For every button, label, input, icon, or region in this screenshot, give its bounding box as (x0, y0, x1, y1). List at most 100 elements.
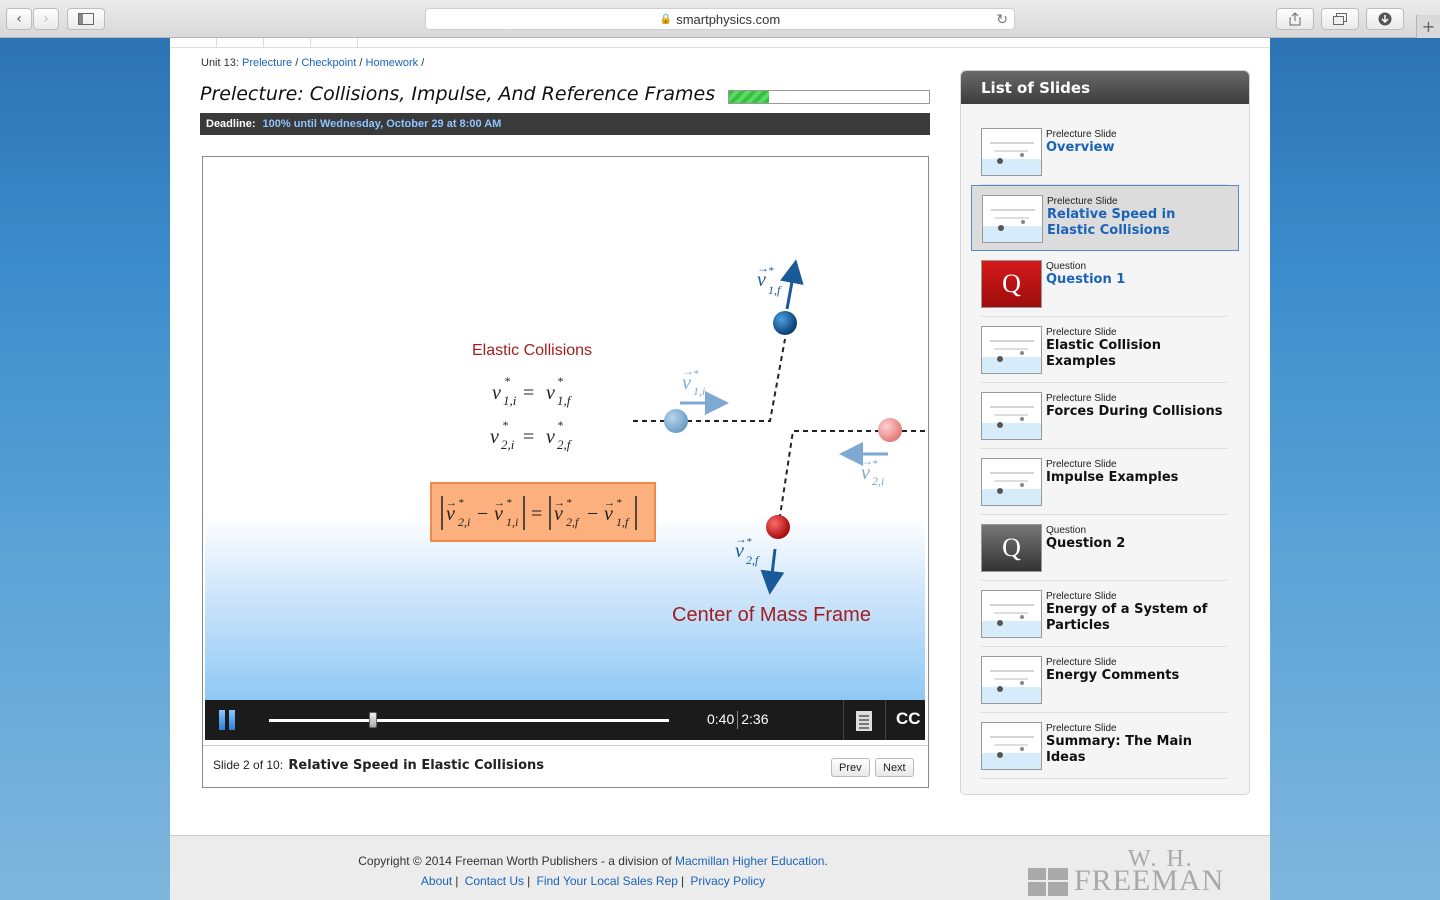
transcript-icon[interactable] (855, 710, 873, 732)
back-button[interactable]: ‹ (6, 8, 32, 30)
new-tab-button[interactable]: + (1416, 15, 1440, 38)
browser-toolbar: ‹ › 🔒 smartphysics.com ↻ (0, 0, 1440, 38)
share-button[interactable] (1276, 8, 1314, 30)
closed-captions-button[interactable]: CC (896, 709, 921, 729)
breadcrumb-unit: Unit 13: (201, 57, 239, 69)
pause-button[interactable] (213, 706, 241, 734)
progress-bar (728, 90, 930, 104)
svg-text:v: v (492, 382, 501, 404)
ball2-path (777, 430, 925, 530)
deadline-bar: Deadline: 100% until Wednesday, October … (200, 113, 930, 135)
slide-kind: Prelecture Slide (1046, 393, 1117, 404)
slide-list-text: Prelecture Slide Energy Comments (1046, 657, 1226, 684)
sales-rep-link[interactable]: Find Your Local Sales Rep (537, 874, 678, 888)
svg-text:→: → (554, 497, 565, 509)
slide-list-panel: List of Slides Prelecture Slide Overview P… (960, 70, 1250, 795)
slide-number: Slide 2 of 10: (213, 758, 284, 772)
slide-list-text: Prelecture Slide Overview (1046, 129, 1226, 156)
slide-thumbnail (982, 195, 1043, 243)
svg-text:*: * (566, 497, 572, 509)
slide-kind: Prelecture Slide (1046, 459, 1117, 470)
breadcrumb-checkpoint-link[interactable]: Checkpoint (301, 57, 356, 69)
slide-list-item[interactable]: Prelecture Slide Overview (981, 119, 1227, 185)
svg-text:=: = (531, 503, 542, 525)
seek-handle[interactable] (369, 712, 377, 728)
prev-button[interactable]: Prev (831, 758, 870, 777)
address-bar[interactable]: 🔒 smartphysics.com ↻ (425, 8, 1015, 30)
elapsed-time: 0:40 (707, 711, 735, 727)
slide-list-item[interactable]: Prelecture Slide Relative Speed in Elasti… (971, 185, 1239, 251)
slide-list-item[interactable]: Q Question Question 2 (981, 515, 1227, 581)
about-link[interactable]: About (421, 874, 452, 888)
next-button[interactable]: Next (875, 758, 914, 777)
svg-text:1,f: 1,f (557, 393, 573, 408)
footer-links: About | Contact Us | Find Your Local Sales… (420, 874, 766, 888)
svg-text:→: → (494, 497, 505, 509)
tabs-button[interactable] (1321, 8, 1359, 30)
slide-name: Impulse Examples (1046, 470, 1179, 485)
svg-text:2,i: 2,i (501, 437, 515, 452)
logo-mark (1028, 868, 1070, 896)
slide-name: Question 2 (1046, 536, 1126, 551)
download-icon (1378, 12, 1392, 26)
slide-kind: Prelecture Slide (1046, 327, 1117, 338)
breadcrumb-homework-link[interactable]: Homework (366, 57, 419, 69)
slide-thumbnail (981, 326, 1042, 374)
slide-thumbnail (981, 458, 1042, 506)
svg-text:1,i: 1,i (506, 515, 518, 529)
wh-freeman-logo: W. H. FREEMAN (1028, 844, 1228, 897)
slide-list-item[interactable]: Prelecture Slide Elastic Collision Exampl… (981, 317, 1227, 383)
svg-text:*: * (616, 497, 622, 509)
slide-kind: Question (1046, 261, 1087, 272)
slide-name: Elastic Collision Examples (1046, 338, 1161, 369)
svg-text:v: v (546, 382, 555, 404)
slide-list-item[interactable]: Prelecture Slide Forces During Collisions (981, 383, 1227, 449)
logo-line2: FREEMAN (1074, 864, 1225, 897)
page-title: Prelecture: Collisions, Impulse, And Ref… (200, 83, 716, 105)
slide-indicator: Slide 2 of 10: Relative Speed in Elastic… (213, 758, 544, 773)
svg-text:*: * (502, 418, 508, 432)
seek-bar[interactable] (269, 712, 669, 728)
pause-icon (219, 710, 225, 730)
svg-text:→: → (861, 454, 873, 468)
svg-text:→: → (735, 532, 747, 546)
privacy-link[interactable]: Privacy Policy (690, 874, 765, 888)
contact-link[interactable]: Contact Us (465, 874, 524, 888)
question-thumbnail: Q (981, 260, 1042, 308)
tabs-icon (1333, 13, 1347, 25)
top-nav-strip (170, 38, 1270, 48)
breadcrumb-prelecture-link[interactable]: Prelecture (242, 57, 292, 69)
slide-kind: Prelecture Slide (1047, 196, 1118, 207)
slide-name: Forces During Collisions (1046, 404, 1223, 419)
svg-text:v: v (490, 426, 499, 448)
slide-name: Overview (1046, 140, 1115, 155)
svg-text:v: v (546, 426, 555, 448)
ball2-initial (878, 418, 902, 442)
svg-text:2,i: 2,i (872, 474, 884, 488)
macmillan-link[interactable]: Macmillan Higher Education (675, 854, 824, 868)
forward-button[interactable]: › (33, 8, 59, 30)
slide-list-item[interactable]: Prelecture Slide Energy of a System of Pa… (981, 581, 1227, 647)
sidebar-toggle-button[interactable] (67, 8, 105, 30)
slide-name: Summary: The Main Ideas (1046, 734, 1192, 765)
lock-icon: 🔒 (659, 13, 673, 25)
slide-list-item[interactable]: Prelecture Slide Energy Comments (981, 647, 1227, 713)
slide-list-text: Question Question 1 (1046, 261, 1226, 288)
svg-text:→: → (682, 364, 694, 378)
svg-text:=: = (523, 382, 534, 404)
slide-kind: Prelecture Slide (1046, 657, 1117, 668)
chevron-right-icon: › (43, 11, 49, 27)
reload-icon[interactable]: ↻ (996, 11, 1008, 28)
slide-name: Energy of a System of Particles (1046, 602, 1208, 633)
slide-thumbnail (981, 128, 1042, 176)
time-display: 0:40 2:36 (707, 711, 769, 730)
slide-list-text: Prelecture Slide Forces During Collisions (1046, 393, 1226, 420)
downloads-button[interactable] (1366, 8, 1404, 30)
slide-list-item[interactable]: Prelecture Slide Impulse Examples (981, 449, 1227, 515)
relative-speed-equation: v 2,i * → − v 1,i * → = v 2,f * → − v 1,f * → (430, 482, 656, 542)
svg-text:=: = (523, 426, 534, 448)
slide-list-item[interactable]: Prelecture Slide Summary: The Main Ideas (981, 713, 1227, 779)
breadcrumb-separator: / (359, 57, 363, 69)
slide-list-text: Question Question 2 (1046, 525, 1226, 552)
slide-list-item[interactable]: Q Question Question 1 (981, 251, 1227, 317)
